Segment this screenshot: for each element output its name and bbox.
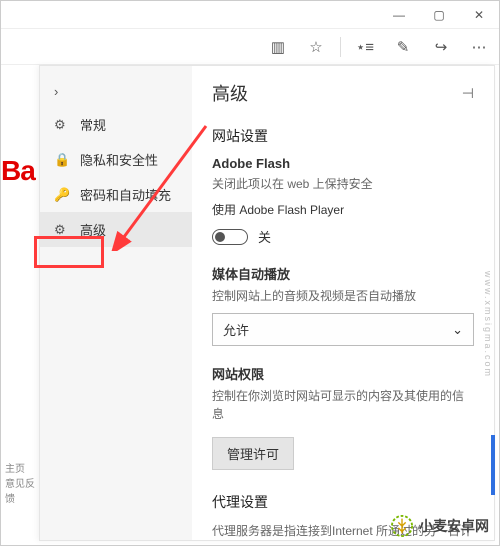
site-logo: Ba [1,155,35,187]
page-background: Ba 主页 意见反馈 [1,65,39,545]
notes-icon[interactable]: ✎ [389,33,417,61]
flash-toggle[interactable] [212,229,248,245]
section-website-settings: 网站设置 [212,126,474,146]
watermark-text: 小麦安卓网 [419,516,489,536]
gear-icon: ⚙ [54,117,70,133]
wheat-icon [391,515,413,537]
sidebar-item-advanced[interactable]: ⚙ 高级 [40,212,192,247]
settings-panel: › ⚙ 常规 🔒 隐私和安全性 🔑 密码和自动填充 ⚙ 高级 高级 ⊣ [39,65,495,541]
chevron-down-icon: ⌄ [452,322,463,338]
sidebar-item-privacy[interactable]: 🔒 隐私和安全性 [40,142,192,177]
browser-toolbar: ▥ ☆ ⋆≡ ✎ ↪ ⋯ [1,29,499,65]
sidebar-item-label: 常规 [80,115,106,134]
link-feedback[interactable]: 意见反馈 [5,475,39,505]
sidebar-back[interactable]: › [40,76,192,107]
select-value: 允许 [223,320,249,339]
favorites-icon[interactable]: ⋆≡ [351,33,379,61]
share-icon[interactable]: ↪ [427,33,455,61]
settings-content: 高级 ⊣ 网站设置 Adobe Flash 关闭此项以在 web 上保持安全 使… [192,66,494,540]
section-proxy: 代理设置 [212,492,474,512]
watermark-url: www.xmsigma.com [483,271,493,378]
media-autoplay-label: 媒体自动播放 [212,264,474,283]
site-permissions-desc: 控制在你浏览时网站可显示的内容及其使用的信息 [212,387,474,423]
toggle-state-label: 关 [258,227,271,246]
chevron-right-icon: › [54,84,70,99]
media-autoplay-desc: 控制网站上的音频及视频是否自动播放 [212,287,474,305]
settings-sidebar: › ⚙ 常规 🔒 隐私和安全性 🔑 密码和自动填充 ⚙ 高级 [40,66,192,540]
star-icon[interactable]: ☆ [302,33,330,61]
pin-icon[interactable]: ⊣ [462,85,474,102]
sidebar-item-label: 密码和自动填充 [80,185,171,204]
link-home[interactable]: 主页 [5,460,39,475]
sidebar-item-label: 高级 [80,220,106,239]
more-icon[interactable]: ⋯ [465,33,493,61]
divider [340,37,341,57]
site-permissions-label: 网站权限 [212,364,474,383]
maximize-button[interactable]: ▢ [419,1,459,29]
reading-view-icon[interactable]: ▥ [264,33,292,61]
flash-desc: 关闭此项以在 web 上保持安全 [212,175,474,193]
footer-links: 主页 意见反馈 [5,460,39,505]
flash-use-label: 使用 Adobe Flash Player [212,201,474,219]
address-bar-left [1,29,39,65]
sidebar-item-label: 隐私和安全性 [80,150,158,169]
key-icon: 🔑 [54,187,70,203]
minimize-button[interactable]: — [379,1,419,29]
sliders-icon: ⚙ [54,222,70,238]
sidebar-item-passwords[interactable]: 🔑 密码和自动填充 [40,177,192,212]
window-titlebar: — ▢ ✕ [1,1,499,29]
manage-permissions-button[interactable]: 管理许可 [212,437,294,470]
page-title: 高级 [212,80,248,106]
sidebar-item-general[interactable]: ⚙ 常规 [40,107,192,142]
lock-icon: 🔒 [54,152,70,168]
close-button[interactable]: ✕ [459,1,499,29]
selection-indicator [491,435,495,495]
media-autoplay-select[interactable]: 允许 ⌄ [212,313,474,346]
flash-label: Adobe Flash [212,156,474,171]
watermark-brand: 小麦安卓网 [391,515,489,537]
